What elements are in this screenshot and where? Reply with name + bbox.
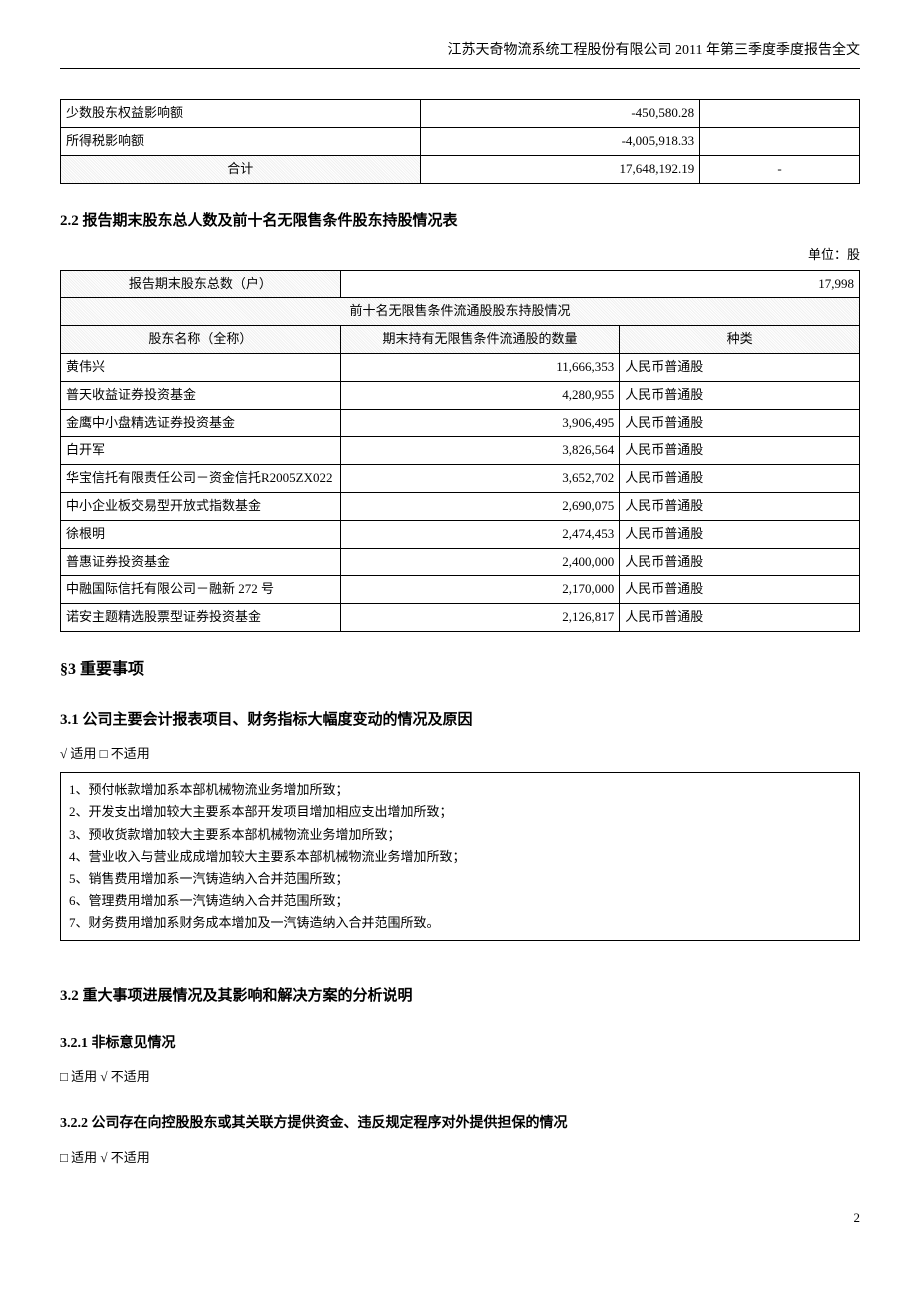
total-shareholders-value: 17,998 bbox=[340, 270, 859, 298]
table-row: 金鹰中小盘精选证券投资基金3,906,495人民币普通股 bbox=[61, 409, 860, 437]
applicable-3-1: √ 适用 □ 不适用 bbox=[60, 744, 860, 765]
total-shareholders-label: 报告期末股东总数（户） bbox=[61, 270, 341, 298]
unit-label: 单位：股 bbox=[60, 245, 860, 266]
sh-type: 人民币普通股 bbox=[620, 465, 860, 493]
sh-name: 白开军 bbox=[61, 437, 341, 465]
cell-total-extra: - bbox=[700, 155, 860, 183]
cell-value: -4,005,918.33 bbox=[420, 128, 700, 156]
sh-name: 徐根明 bbox=[61, 520, 341, 548]
section-3-title: §3 重要事项 bbox=[60, 657, 860, 683]
table-row: 诺安主题精选股票型证券投资基金2,126,817人民币普通股 bbox=[61, 604, 860, 632]
table-row: 所得税影响额 -4,005,918.33 bbox=[61, 128, 860, 156]
sh-qty: 3,826,564 bbox=[340, 437, 620, 465]
table-row: 白开军3,826,564人民币普通股 bbox=[61, 437, 860, 465]
applicable-3-2-2: □ 适用 √ 不适用 bbox=[60, 1148, 860, 1169]
table-row: 报告期末股东总数（户） 17,998 bbox=[61, 270, 860, 298]
sh-name: 诺安主题精选股票型证券投资基金 bbox=[61, 604, 341, 632]
sh-qty: 2,400,000 bbox=[340, 548, 620, 576]
table-row: 中小企业板交易型开放式指数基金2,690,075人民币普通股 bbox=[61, 492, 860, 520]
section-2-2-title: 2.2 报告期末股东总人数及前十名无限售条件股东持股情况表 bbox=[60, 209, 860, 233]
sh-name: 普天收益证券投资基金 bbox=[61, 381, 341, 409]
table-row: 华宝信托有限责任公司－资金信托R2005ZX0223,652,702人民币普通股 bbox=[61, 465, 860, 493]
col-name: 股东名称（全称） bbox=[61, 326, 341, 354]
table-subheader: 前十名无限售条件流通股股东持股情况 bbox=[61, 298, 860, 326]
sh-type: 人民币普通股 bbox=[620, 520, 860, 548]
sh-type: 人民币普通股 bbox=[620, 409, 860, 437]
col-type: 种类 bbox=[620, 326, 860, 354]
section-3-2-title: 3.2 重大事项进展情况及其影响和解决方案的分析说明 bbox=[60, 984, 860, 1008]
table-row: 少数股东权益影响额 -450,580.28 bbox=[61, 100, 860, 128]
list-item: 6、管理费用增加系一汽铸造纳入合并范围所致； bbox=[69, 890, 851, 912]
sh-type: 人民币普通股 bbox=[620, 353, 860, 381]
sh-qty: 3,906,495 bbox=[340, 409, 620, 437]
sh-type: 人民币普通股 bbox=[620, 604, 860, 632]
sh-type: 人民币普通股 bbox=[620, 437, 860, 465]
list-item: 7、财务费用增加系财务成本增加及一汽铸造纳入合并范围所致。 bbox=[69, 912, 851, 934]
page-header: 江苏天奇物流系统工程股份有限公司 2011 年第三季度季度报告全文 bbox=[60, 40, 860, 69]
list-item: 2、开发支出增加较大主要系本部开发项目增加相应支出增加所致； bbox=[69, 801, 851, 823]
table-minority-interest: 少数股东权益影响额 -450,580.28 所得税影响额 -4,005,918.… bbox=[60, 99, 860, 183]
table-shareholders: 报告期末股东总数（户） 17,998 前十名无限售条件流通股股东持股情况 股东名… bbox=[60, 270, 860, 632]
table-row-total: 合计 17,648,192.19 - bbox=[61, 155, 860, 183]
sh-qty: 11,666,353 bbox=[340, 353, 620, 381]
table-row: 中融国际信托有限公司－融新 272 号2,170,000人民币普通股 bbox=[61, 576, 860, 604]
sh-name: 华宝信托有限责任公司－资金信托R2005ZX022 bbox=[61, 465, 341, 493]
cell-total-label: 合计 bbox=[61, 155, 421, 183]
sh-qty: 2,690,075 bbox=[340, 492, 620, 520]
table-row: 徐根明2,474,453人民币普通股 bbox=[61, 520, 860, 548]
table-row: 普惠证券投资基金2,400,000人民币普通股 bbox=[61, 548, 860, 576]
sh-type: 人民币普通股 bbox=[620, 576, 860, 604]
cell-total-value: 17,648,192.19 bbox=[420, 155, 700, 183]
list-item: 1、预付帐款增加系本部机械物流业务增加所致； bbox=[69, 779, 851, 801]
sh-type: 人民币普通股 bbox=[620, 492, 860, 520]
sh-qty: 3,652,702 bbox=[340, 465, 620, 493]
sh-qty: 2,170,000 bbox=[340, 576, 620, 604]
sh-name: 黄伟兴 bbox=[61, 353, 341, 381]
sh-qty: 2,126,817 bbox=[340, 604, 620, 632]
sh-qty: 4,280,955 bbox=[340, 381, 620, 409]
page-number: 2 bbox=[60, 1208, 860, 1229]
table-row: 普天收益证券投资基金4,280,955人民币普通股 bbox=[61, 381, 860, 409]
table-row: 黄伟兴11,666,353人民币普通股 bbox=[61, 353, 860, 381]
list-item: 4、营业收入与营业成成增加较大主要系本部机械物流业务增加所致； bbox=[69, 846, 851, 868]
section-3-2-2-title: 3.2.2 公司存在向控股股东或其关联方提供资金、违反规定程序对外提供担保的情况 bbox=[60, 1113, 860, 1135]
subheader-cell: 前十名无限售条件流通股股东持股情况 bbox=[61, 298, 860, 326]
list-item: 3、预收货款增加较大主要系本部机械物流业务增加所致； bbox=[69, 824, 851, 846]
cell-extra bbox=[700, 128, 860, 156]
sh-name: 金鹰中小盘精选证券投资基金 bbox=[61, 409, 341, 437]
applicable-3-2-1: □ 适用 √ 不适用 bbox=[60, 1067, 860, 1088]
table-header-row: 股东名称（全称） 期末持有无限售条件流通股的数量 种类 bbox=[61, 326, 860, 354]
sh-name: 中小企业板交易型开放式指数基金 bbox=[61, 492, 341, 520]
cell-label: 少数股东权益影响额 bbox=[61, 100, 421, 128]
sh-name: 中融国际信托有限公司－融新 272 号 bbox=[61, 576, 341, 604]
cell-extra bbox=[700, 100, 860, 128]
changes-box: 1、预付帐款增加系本部机械物流业务增加所致； 2、开发支出增加较大主要系本部开发… bbox=[60, 772, 860, 941]
cell-label: 所得税影响额 bbox=[61, 128, 421, 156]
sh-type: 人民币普通股 bbox=[620, 381, 860, 409]
sh-name: 普惠证券投资基金 bbox=[61, 548, 341, 576]
sh-qty: 2,474,453 bbox=[340, 520, 620, 548]
list-item: 5、销售费用增加系一汽铸造纳入合并范围所致； bbox=[69, 868, 851, 890]
section-3-1-title: 3.1 公司主要会计报表项目、财务指标大幅度变动的情况及原因 bbox=[60, 708, 860, 732]
cell-value: -450,580.28 bbox=[420, 100, 700, 128]
sh-type: 人民币普通股 bbox=[620, 548, 860, 576]
section-3-2-1-title: 3.2.1 非标意见情况 bbox=[60, 1033, 860, 1055]
col-qty: 期末持有无限售条件流通股的数量 bbox=[340, 326, 620, 354]
